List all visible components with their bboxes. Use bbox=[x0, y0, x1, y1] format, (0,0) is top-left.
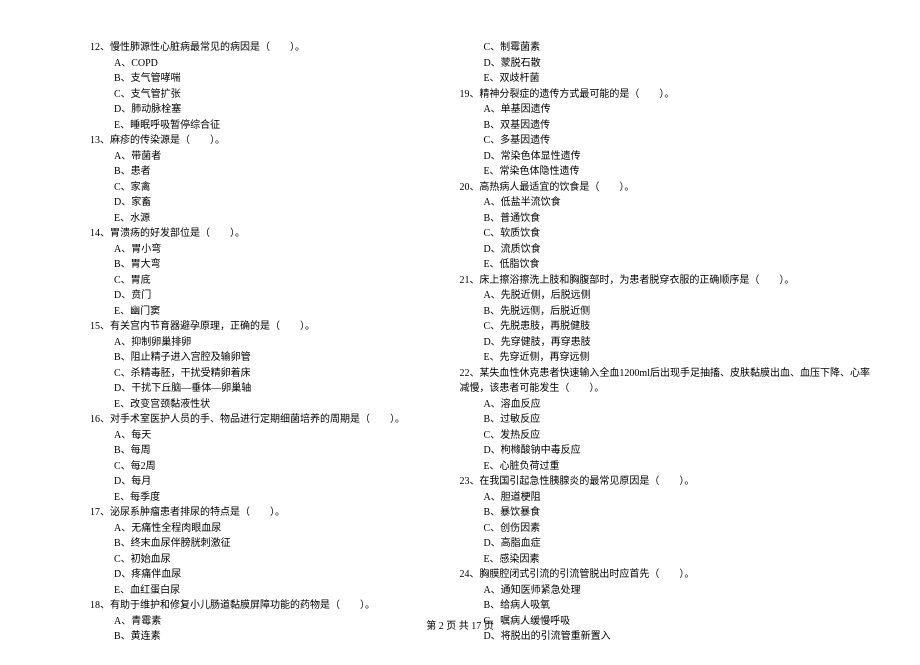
left-question-3: 15、有关宫内节育器避孕原理，正确的是（ ）。 bbox=[90, 319, 419, 335]
left-option-3-2: C、杀精毒胚，干扰受精卵着床 bbox=[90, 366, 419, 382]
left-option-2-1: B、胃大弯 bbox=[90, 257, 419, 273]
left-option-1-1: B、患者 bbox=[90, 164, 419, 180]
right-option-4-1: B、暴饮暴食 bbox=[459, 505, 870, 521]
left-option-5-2: C、初始血尿 bbox=[90, 552, 419, 568]
left-option-3-1: B、阻止精子进入宫腔及输卵管 bbox=[90, 350, 419, 366]
left-option-1-3: D、家畜 bbox=[90, 195, 419, 211]
left-option-5-1: B、终末血尿伴膀胱刺激征 bbox=[90, 536, 419, 552]
left-option-2-3: D、贲门 bbox=[90, 288, 419, 304]
right-option-4-4: E、感染因素 bbox=[459, 552, 870, 568]
left-option-5-3: D、疼痛伴血尿 bbox=[90, 567, 419, 583]
right-option-1-0: A、低盐半流饮食 bbox=[459, 195, 870, 211]
left-option-0-4: E、睡眠呼吸暂停综合征 bbox=[90, 118, 419, 134]
left-question-0: 12、慢性肺源性心脏病最常见的病因是（ ）。 bbox=[90, 40, 419, 56]
page-footer: 第 2 页 共 17 页 bbox=[0, 617, 920, 632]
left-option-1-0: A、带菌者 bbox=[90, 149, 419, 165]
right-option-1-3: D、流质饮食 bbox=[459, 242, 870, 258]
right-option-5-0: A、通知医师紧急处理 bbox=[459, 583, 870, 599]
left-option-4-3: D、每月 bbox=[90, 474, 419, 490]
right-preopt-1: D、蒙脱石散 bbox=[459, 56, 870, 72]
right-option-3-2: C、发热反应 bbox=[459, 428, 870, 444]
right-question-0: 19、精神分裂症的遗传方式最可能的是（ ）。 bbox=[459, 87, 870, 103]
right-option-3-1: B、过敏反应 bbox=[459, 412, 870, 428]
right-preopt-0: C、制霉菌素 bbox=[459, 40, 870, 56]
right-option-1-2: C、软质饮食 bbox=[459, 226, 870, 242]
right-question-4: 23、在我国引起急性胰腺炎的最常见原因是（ ）。 bbox=[459, 474, 870, 490]
right-preopt-2: E、双歧杆菌 bbox=[459, 71, 870, 87]
right-option-3-0: A、溶血反应 bbox=[459, 397, 870, 413]
left-option-0-2: C、支气管扩张 bbox=[90, 87, 419, 103]
right-option-1-4: E、低脂饮食 bbox=[459, 257, 870, 273]
left-question-1: 13、麻疹的传染源是（ ）。 bbox=[90, 133, 419, 149]
left-question-4: 16、对手术室医护人员的手、物品进行定期细菌培养的周期是（ ）。 bbox=[90, 412, 419, 428]
left-question-6: 18、有助于维护和修复小儿肠道黏膜屏障功能的药物是（ ）。 bbox=[90, 598, 419, 614]
left-option-3-3: D、干扰下丘脑—垂体—卵巢轴 bbox=[90, 381, 419, 397]
left-option-4-0: A、每天 bbox=[90, 428, 419, 444]
right-option-5-1: B、给病人吸氧 bbox=[459, 598, 870, 614]
right-question-2: 21、床上擦浴擦洗上肢和胸腹部时，为患者脱穿衣服的正确顺序是（ ）。 bbox=[459, 273, 870, 289]
right-option-1-1: B、普通饮食 bbox=[459, 211, 870, 227]
left-question-5: 17、泌尿系肿瘤患者排尿的特点是（ ）。 bbox=[90, 505, 419, 521]
right-option-0-0: A、单基因遗传 bbox=[459, 102, 870, 118]
left-option-1-2: C、家禽 bbox=[90, 180, 419, 196]
right-option-0-2: C、多基因遗传 bbox=[459, 133, 870, 149]
left-option-4-2: C、每2周 bbox=[90, 459, 419, 475]
right-option-0-1: B、双基因遗传 bbox=[459, 118, 870, 134]
left-option-0-3: D、肺动脉栓塞 bbox=[90, 102, 419, 118]
left-option-5-4: E、血红蛋白尿 bbox=[90, 583, 419, 599]
left-option-0-1: B、支气管哮喘 bbox=[90, 71, 419, 87]
left-option-2-2: C、胃底 bbox=[90, 273, 419, 289]
left-option-4-4: E、每季度 bbox=[90, 490, 419, 506]
right-option-2-3: D、先穿健肢，再穿患肢 bbox=[459, 335, 870, 351]
right-option-0-3: D、常染色体显性遗传 bbox=[459, 149, 870, 165]
left-option-1-4: E、水源 bbox=[90, 211, 419, 227]
left-question-2: 14、胃溃疡的好发部位是（ ）。 bbox=[90, 226, 419, 242]
right-option-4-2: C、创伤因素 bbox=[459, 521, 870, 537]
right-option-2-4: E、先穿近侧，再穿远侧 bbox=[459, 350, 870, 366]
left-option-0-0: A、COPD bbox=[90, 56, 419, 72]
right-question-5: 24、胸膜腔闭式引流的引流管脱出时应首先（ ）。 bbox=[459, 567, 870, 583]
right-option-3-4: E、心脏负荷过重 bbox=[459, 459, 870, 475]
right-option-3-3: D、枸橼酸钠中毒反应 bbox=[459, 443, 870, 459]
right-option-0-4: E、常染色体隐性遗传 bbox=[459, 164, 870, 180]
right-option-4-0: A、胆道梗阻 bbox=[459, 490, 870, 506]
right-option-2-1: B、先脱远侧，后脱近侧 bbox=[459, 304, 870, 320]
left-option-4-1: B、每周 bbox=[90, 443, 419, 459]
left-option-2-4: E、幽门窦 bbox=[90, 304, 419, 320]
left-option-3-4: E、改变宫颈黏液性状 bbox=[90, 397, 419, 413]
right-option-2-2: C、先脱患肢，再脱健肢 bbox=[459, 319, 870, 335]
right-option-4-3: D、高脂血症 bbox=[459, 536, 870, 552]
left-option-3-0: A、抑制卵巢排卵 bbox=[90, 335, 419, 351]
left-option-2-0: A、胃小弯 bbox=[90, 242, 419, 258]
right-question-3: 22、某失血性休克患者快速输入全血1200ml后出现手足抽搐、皮肤黏膜出血、血压… bbox=[459, 366, 870, 382]
right-option-2-0: A、先脱近侧，后脱远侧 bbox=[459, 288, 870, 304]
right-question-3-line2: 减慢，该患者可能发生（ ）。 bbox=[459, 381, 870, 397]
right-question-1: 20、高热病人最适宜的饮食是（ ）。 bbox=[459, 180, 870, 196]
left-option-5-0: A、无痛性全程肉眼血尿 bbox=[90, 521, 419, 537]
